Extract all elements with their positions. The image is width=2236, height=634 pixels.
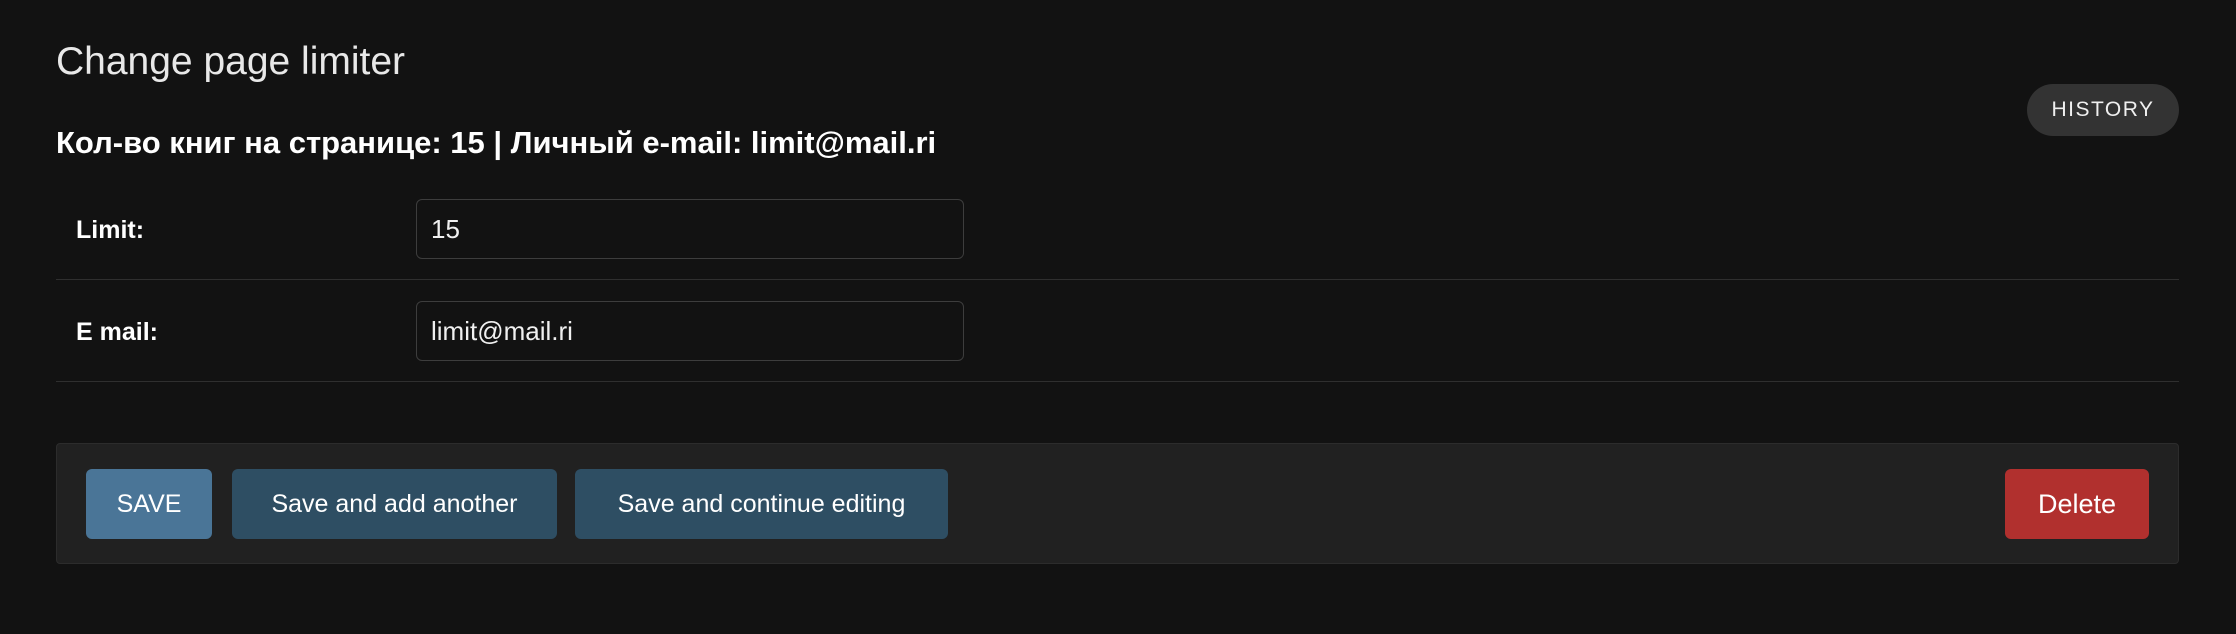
email-label: E mail: [76,317,158,346]
submit-row: SAVE Save and add another Save and conti… [56,443,2179,564]
form-row-email: E mail: [56,282,2179,382]
limit-input[interactable] [416,199,964,259]
object-heading: Кол-во книг на странице: 15 | Личный e-m… [56,125,937,160]
email-input[interactable] [416,301,964,361]
history-button[interactable]: HISTORY [2027,84,2179,136]
admin-change-page: Change page limiter HISTORY Кол-во книг … [0,0,2236,634]
save-and-add-another-button[interactable]: Save and add another [232,469,557,539]
save-and-continue-button[interactable]: Save and continue editing [575,469,948,539]
limit-label: Limit: [76,215,145,244]
page-title: Change page limiter [56,40,406,83]
delete-button[interactable]: Delete [2005,469,2149,539]
form-row-limit: Limit: [56,180,2179,280]
save-button[interactable]: SAVE [86,469,212,539]
